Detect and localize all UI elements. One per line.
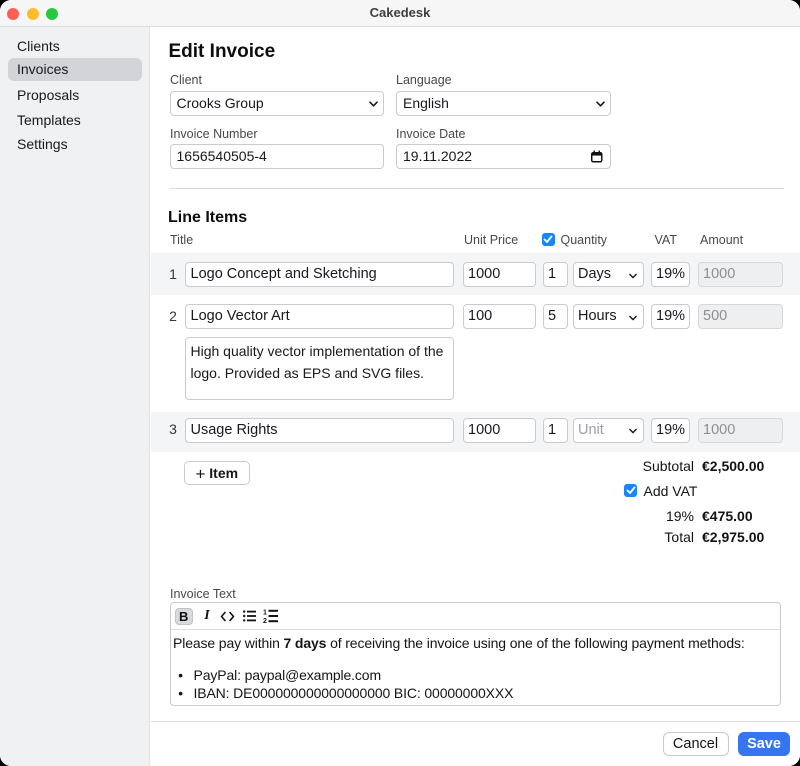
- svg-text:1: 1: [263, 610, 267, 617]
- svg-text:2: 2: [263, 618, 267, 624]
